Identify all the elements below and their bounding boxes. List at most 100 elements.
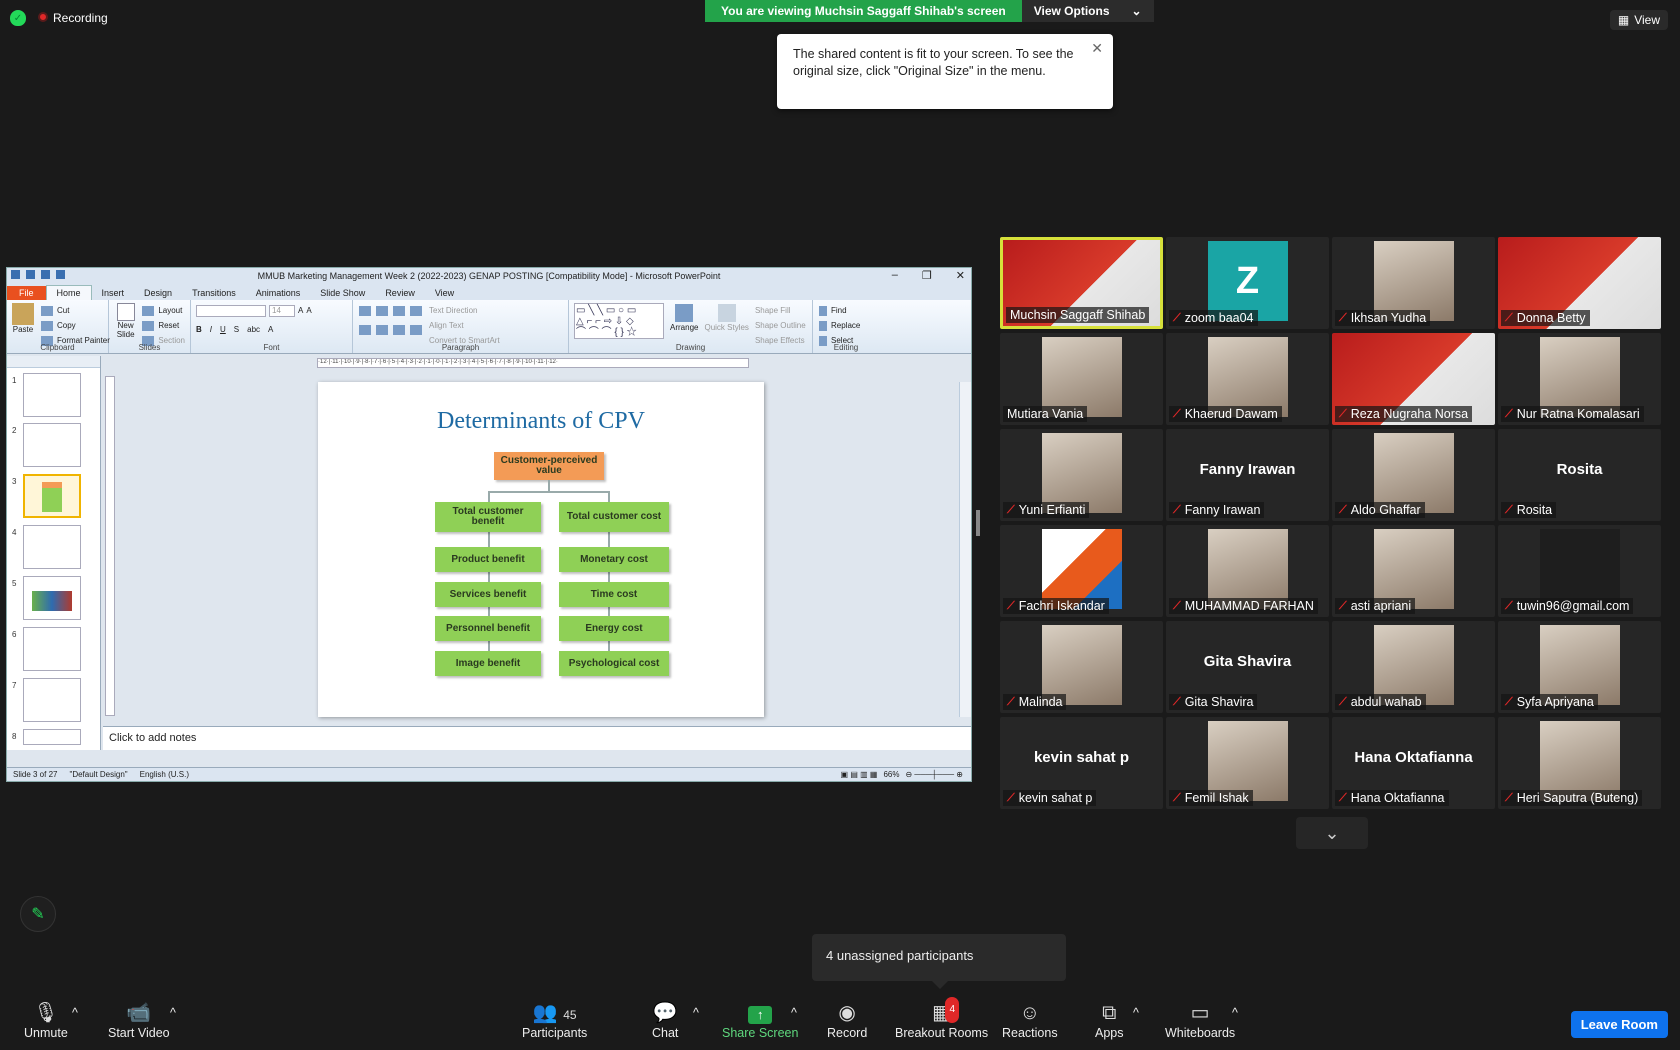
annotate-button[interactable]: ✎: [20, 896, 56, 932]
align-left-icon[interactable]: [359, 324, 371, 335]
restore-icon[interactable]: ❐: [922, 269, 932, 282]
whiteboards-button[interactable]: ▭ Whiteboards: [1165, 1000, 1235, 1040]
participant-tile[interactable]: ⟋ Ikhsan Yudha: [1332, 237, 1495, 329]
zoom-slider[interactable]: ⊖ ───┼─── ⊕: [905, 770, 963, 779]
gallery-next-page-button[interactable]: ⌄: [1296, 817, 1368, 849]
shadow-icon[interactable]: S: [234, 325, 239, 334]
share-options-caret[interactable]: ^: [791, 1006, 797, 1020]
tab-insert[interactable]: Insert: [92, 286, 135, 300]
diagram-box-left-1[interactable]: Product benefit: [435, 547, 541, 572]
save-icon[interactable]: [26, 270, 35, 279]
shield-icon[interactable]: ✓: [10, 10, 26, 26]
participant-tile[interactable]: Fanny Irawan ⟋ Fanny Irawan: [1166, 429, 1329, 521]
tab-review[interactable]: Review: [375, 286, 425, 300]
participant-tile[interactable]: ⟋ Yuni Erfianti: [1000, 429, 1163, 521]
diagram-box-top[interactable]: Customer-perceived value: [494, 452, 604, 480]
numbering-icon[interactable]: [376, 305, 388, 316]
align-center-icon[interactable]: [376, 324, 388, 335]
quick-styles-button[interactable]: Quick Styles: [704, 303, 749, 348]
apps-options-caret[interactable]: ^: [1133, 1006, 1139, 1020]
participant-tile[interactable]: ⟋ Malinda: [1000, 621, 1163, 713]
participants-button[interactable]: 👥 45 Participants: [522, 1000, 587, 1040]
share-screen-button[interactable]: ↑ Share Screen: [722, 1000, 798, 1040]
align-right-icon[interactable]: [393, 324, 405, 335]
outdent-icon[interactable]: [410, 305, 422, 316]
tab-view[interactable]: View: [425, 286, 464, 300]
diagram-box-right-0[interactable]: Total customer cost: [559, 502, 669, 532]
participant-tile[interactable]: ⟋ Fachri Iskandar: [1000, 525, 1163, 617]
participant-tile[interactable]: ⟋ tuwin96@gmail.com: [1498, 525, 1661, 617]
participant-tile[interactable]: ⟋ MUHAMMAD FARHAN: [1166, 525, 1329, 617]
participant-tile[interactable]: ⟋ abdul wahab: [1332, 621, 1495, 713]
tab-home[interactable]: Home: [45, 285, 92, 300]
text-direction-button[interactable]: Text Direction: [429, 303, 500, 318]
slide-thumbnail-3[interactable]: [23, 474, 81, 518]
view-button[interactable]: ▦ View: [1609, 10, 1668, 30]
view-options-button[interactable]: View Options ⌄: [1021, 0, 1154, 22]
shrink-font-icon[interactable]: A: [306, 306, 311, 315]
participant-tile[interactable]: Muchsin Saggaff Shihab: [1000, 237, 1163, 329]
indent-icon[interactable]: [393, 305, 405, 316]
diagram-box-left-0[interactable]: Total customer benefit: [435, 502, 541, 532]
audio-options-caret[interactable]: ^: [72, 1006, 78, 1020]
slide-thumbnail-6[interactable]: [23, 627, 81, 671]
apps-button[interactable]: ⧉ Apps: [1095, 1000, 1124, 1040]
slide-thumbnail-2[interactable]: [23, 423, 81, 467]
participant-tile[interactable]: ⟋ Nur Ratna Komalasari: [1498, 333, 1661, 425]
view-buttons-icon[interactable]: ▣ ▤ ▥ ▦: [841, 770, 878, 779]
diagram-box-left-4[interactable]: Image benefit: [435, 651, 541, 676]
reactions-button[interactable]: ☺ Reactions: [1002, 1000, 1058, 1040]
recording-indicator[interactable]: Recording: [38, 11, 108, 25]
copy-button[interactable]: Copy: [40, 318, 110, 333]
shape-fill-button[interactable]: Shape Fill: [755, 303, 806, 318]
undo-icon[interactable]: [41, 270, 50, 279]
participant-tile[interactable]: ⟋ Syfa Apriyana: [1498, 621, 1661, 713]
paste-button[interactable]: Paste: [12, 303, 34, 348]
tab-animations[interactable]: Animations: [246, 286, 311, 300]
video-options-caret[interactable]: ^: [170, 1006, 176, 1020]
new-slide-button[interactable]: New Slide: [114, 303, 137, 348]
diagram-box-left-3[interactable]: Personnel benefit: [435, 616, 541, 641]
tab-transitions[interactable]: Transitions: [182, 286, 246, 300]
slide-title[interactable]: Determinants of CPV: [318, 408, 764, 435]
participant-tile[interactable]: kevin sahat p ⟋ kevin sahat p: [1000, 717, 1163, 809]
participant-tile[interactable]: ⟋ Donna Betty: [1498, 237, 1661, 329]
participant-tile[interactable]: Hana Oktafianna ⟋ Hana Oktafianna: [1332, 717, 1495, 809]
participant-tile[interactable]: Mutiara Vania: [1000, 333, 1163, 425]
diagram-box-right-2[interactable]: Time cost: [559, 582, 669, 607]
split-view-handle[interactable]: [976, 510, 980, 536]
diagram-box-right-4[interactable]: Psychological cost: [559, 651, 669, 676]
replace-button[interactable]: Replace: [818, 318, 874, 333]
participant-tile[interactable]: ⟋ Aldo Ghaffar: [1332, 429, 1495, 521]
slide-thumbnail-4[interactable]: [23, 525, 81, 569]
slide-thumbnails-pane[interactable]: 1 2 3 4 5 6 7 8: [7, 356, 101, 750]
tab-design[interactable]: Design: [134, 286, 182, 300]
leave-room-button[interactable]: Leave Room: [1570, 1011, 1668, 1038]
participant-tile[interactable]: ⟋ asti apriani: [1332, 525, 1495, 617]
minimize-icon[interactable]: –: [892, 269, 898, 282]
shapes-gallery[interactable]: ▭ ╲ ╲ ▭ ○ ▭ △ ⌐ ⌐ ⇨ ⇩ ◇ ⌒ ⌒ ⌒ { } ☆: [574, 303, 664, 339]
slide-scrollbar[interactable]: [959, 382, 971, 717]
find-button[interactable]: Find: [818, 303, 874, 318]
redo-icon[interactable]: [56, 270, 65, 279]
breakout-rooms-button[interactable]: ▦ 4 Breakout Rooms: [895, 997, 988, 1040]
notes-pane[interactable]: Click to add notes: [103, 726, 971, 750]
align-text-button[interactable]: Align Text: [429, 318, 500, 333]
diagram-box-right-1[interactable]: Monetary cost: [559, 547, 669, 572]
strikethrough-icon[interactable]: abc: [247, 325, 260, 334]
ppt-app-icon[interactable]: [11, 270, 20, 279]
slide-thumbnail-8[interactable]: [23, 729, 81, 745]
participant-tile[interactable]: ⟋ Heri Saputra (Buteng): [1498, 717, 1661, 809]
slide-thumbnail-5[interactable]: [23, 576, 81, 620]
font-color-icon[interactable]: A: [268, 325, 273, 334]
zoom-level[interactable]: 66%: [883, 770, 899, 779]
participant-tile[interactable]: ⟋ Reza Nugraha Norsa: [1332, 333, 1495, 425]
diagram-box-left-2[interactable]: Services benefit: [435, 582, 541, 607]
whiteboards-options-caret[interactable]: ^: [1232, 1006, 1238, 1020]
tab-slide-show[interactable]: Slide Show: [310, 286, 375, 300]
justify-icon[interactable]: [410, 324, 422, 335]
close-icon[interactable]: ✕: [1091, 40, 1103, 57]
diagram-box-right-3[interactable]: Energy cost: [559, 616, 669, 641]
participant-tile[interactable]: Gita Shavira ⟋ Gita Shavira: [1166, 621, 1329, 713]
font-size-select[interactable]: 14: [269, 304, 295, 317]
